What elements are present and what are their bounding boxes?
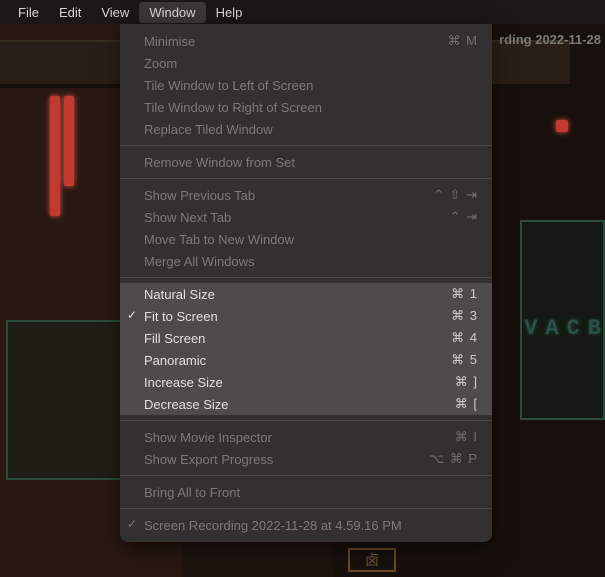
- menuitem-shortcut: ⌘ 4: [451, 330, 478, 346]
- menuitem-fill-screen[interactable]: Fill Screen ⌘ 4: [120, 327, 492, 349]
- menuitem-bring-all-to-front: Bring All to Front: [120, 481, 492, 503]
- menuitem-label: Replace Tiled Window: [144, 122, 478, 137]
- menuitem-natural-size[interactable]: Natural Size ⌘ 1: [120, 283, 492, 305]
- check-icon: ✓: [127, 517, 137, 531]
- menuitem-label: Fill Screen: [144, 331, 451, 346]
- menu-file[interactable]: File: [8, 2, 49, 23]
- menuitem-label: Panoramic: [144, 353, 451, 368]
- menuitem-shortcut: ⌘ 1: [451, 286, 478, 302]
- menu-separator: [120, 420, 492, 421]
- menuitem-label: Remove Window from Set: [144, 155, 478, 170]
- menuitem-label: Tile Window to Left of Screen: [144, 78, 478, 93]
- menuitem-shortcut: ⌘ [: [455, 396, 478, 412]
- menuitem-label: Fit to Screen: [144, 309, 451, 324]
- menu-help[interactable]: Help: [206, 2, 253, 23]
- menuitem-panoramic[interactable]: Panoramic ⌘ 5: [120, 349, 492, 371]
- menuitem-label: Zoom: [144, 56, 478, 71]
- menuitem-shortcut: ⌥ ⌘ P: [429, 451, 478, 467]
- menuitem-shortcut: ⌘ 5: [451, 352, 478, 368]
- check-icon: ✓: [127, 308, 137, 322]
- menu-view[interactable]: View: [91, 2, 139, 23]
- menuitem-shortcut: ⌘ I: [455, 429, 478, 445]
- menuitem-fit-to-screen[interactable]: ✓ Fit to Screen ⌘ 3: [120, 305, 492, 327]
- menu-edit[interactable]: Edit: [49, 2, 91, 23]
- menuitem-replace-tiled: Replace Tiled Window: [120, 118, 492, 140]
- menuitem-shortcut: ⌃ ⇧ ⇥: [433, 187, 478, 203]
- menuitem-label: Natural Size: [144, 287, 451, 302]
- menuitem-label: Show Next Tab: [144, 210, 450, 225]
- menuitem-label: Increase Size: [144, 375, 455, 390]
- menu-separator: [120, 277, 492, 278]
- menuitem-window-screen-recording: ✓ Screen Recording 2022-11-28 at 4.59.16…: [120, 514, 492, 536]
- menuitem-label: Bring All to Front: [144, 485, 478, 500]
- menuitem-show-movie-inspector: Show Movie Inspector ⌘ I: [120, 426, 492, 448]
- menuitem-increase-size[interactable]: Increase Size ⌘ ]: [120, 371, 492, 393]
- menuitem-tile-left: Tile Window to Left of Screen: [120, 74, 492, 96]
- menu-separator: [120, 178, 492, 179]
- menuitem-shortcut: ⌃ ⇥: [450, 209, 478, 225]
- menuitem-minimise: Minimise ⌘ M: [120, 30, 492, 52]
- window-title-behind: rding 2022-11-28: [495, 28, 605, 51]
- menuitem-show-prev-tab: Show Previous Tab ⌃ ⇧ ⇥: [120, 184, 492, 206]
- menuitem-shortcut: ⌘ ]: [455, 374, 478, 390]
- menu-window[interactable]: Window: [139, 2, 205, 23]
- menuitem-label: Minimise: [144, 34, 448, 49]
- menuitem-merge-all-windows: Merge All Windows: [120, 250, 492, 272]
- menuitem-label: Move Tab to New Window: [144, 232, 478, 247]
- menuitem-label: Tile Window to Right of Screen: [144, 100, 478, 115]
- menuitem-zoom: Zoom: [120, 52, 492, 74]
- menu-size-section: Natural Size ⌘ 1 ✓ Fit to Screen ⌘ 3 Fil…: [120, 283, 492, 415]
- menuitem-decrease-size[interactable]: Decrease Size ⌘ [: [120, 393, 492, 415]
- bg-sign-vacb: VACB: [524, 316, 605, 341]
- menu-separator: [120, 508, 492, 509]
- menuitem-move-tab-new-window: Move Tab to New Window: [120, 228, 492, 250]
- menuitem-shortcut: ⌘ M: [448, 33, 478, 49]
- menuitem-tile-right: Tile Window to Right of Screen: [120, 96, 492, 118]
- menuitem-label: Decrease Size: [144, 397, 455, 412]
- menuitem-label: Show Previous Tab: [144, 188, 433, 203]
- menuitem-remove-from-set: Remove Window from Set: [120, 151, 492, 173]
- menuitem-label: Screen Recording 2022-11-28 at 4.59.16 P…: [144, 518, 478, 533]
- menu-bar: File Edit View Window Help: [0, 0, 605, 24]
- menuitem-label: Show Movie Inspector: [144, 430, 455, 445]
- menu-separator: [120, 475, 492, 476]
- menu-separator: [120, 145, 492, 146]
- menuitem-show-export-progress: Show Export Progress ⌥ ⌘ P: [120, 448, 492, 470]
- menuitem-label: Merge All Windows: [144, 254, 478, 269]
- window-menu-dropdown: Minimise ⌘ M Zoom Tile Window to Left of…: [120, 24, 492, 542]
- menuitem-label: Show Export Progress: [144, 452, 429, 467]
- menuitem-show-next-tab: Show Next Tab ⌃ ⇥: [120, 206, 492, 228]
- menuitem-shortcut: ⌘ 3: [451, 308, 478, 324]
- bg-sign-glyph: 卤: [348, 548, 396, 572]
